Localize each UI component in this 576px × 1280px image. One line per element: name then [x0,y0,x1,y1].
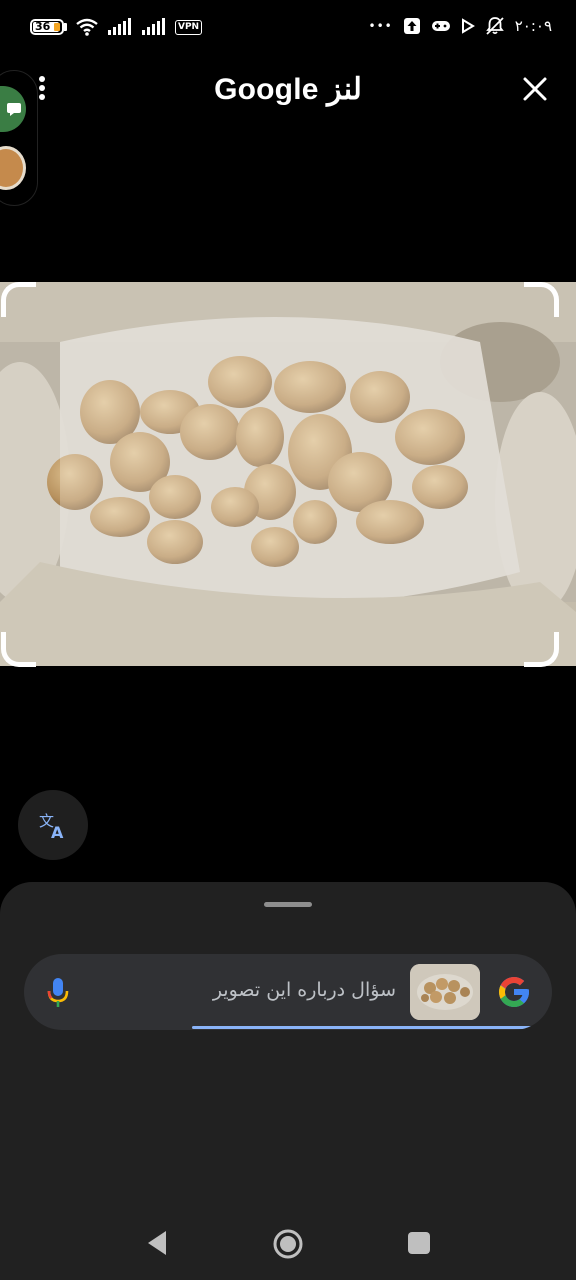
sheet-drag-handle[interactable] [264,902,312,907]
google-g-icon[interactable] [496,974,532,1010]
page-title: Google لنز [214,73,362,106]
mic-icon[interactable] [46,976,70,1010]
battery-level: 36 [35,20,51,33]
wifi-icon [76,18,98,36]
crop-corner-bottom-left[interactable] [1,632,36,667]
status-left: 36 VPN [30,16,203,38]
home-icon[interactable] [272,1228,304,1260]
mute-bell-icon [485,17,504,35]
search-focus-underline [192,1026,532,1029]
signal-icon-1 [108,18,131,35]
translate-button[interactable]: 文 A [18,790,88,860]
potato-sack-image [0,282,576,666]
battery-icon: 36 [30,19,64,35]
back-icon[interactable] [146,1230,168,1256]
vpn-badge: VPN [175,19,203,35]
system-nav-bar [0,1200,576,1280]
close-icon[interactable] [518,72,552,106]
search-input[interactable]: سؤال درباره این تصویر [213,979,396,1001]
search-bar[interactable]: سؤال درباره این تصویر [24,954,552,1030]
gamepad-icon [431,21,450,31]
selected-photo[interactable] [0,282,576,666]
play-icon [461,18,475,34]
overflow-notifications: ••• [368,19,393,33]
svg-text:A: A [51,823,64,840]
recents-icon[interactable] [408,1232,430,1254]
crop-corner-top-left[interactable] [1,282,36,317]
status-right: ••• ۲۰:۰۹ [368,14,552,38]
status-bar: 36 VPN ••• ۲۰:۰۹ [0,0,576,52]
clock: ۲۰:۰۹ [514,17,552,35]
crop-corner-top-right[interactable] [524,282,559,317]
signal-icon-2 [142,18,165,35]
image-thumbnail[interactable] [410,964,480,1020]
upload-icon [403,18,420,34]
translate-icon: 文 A [39,812,64,840]
